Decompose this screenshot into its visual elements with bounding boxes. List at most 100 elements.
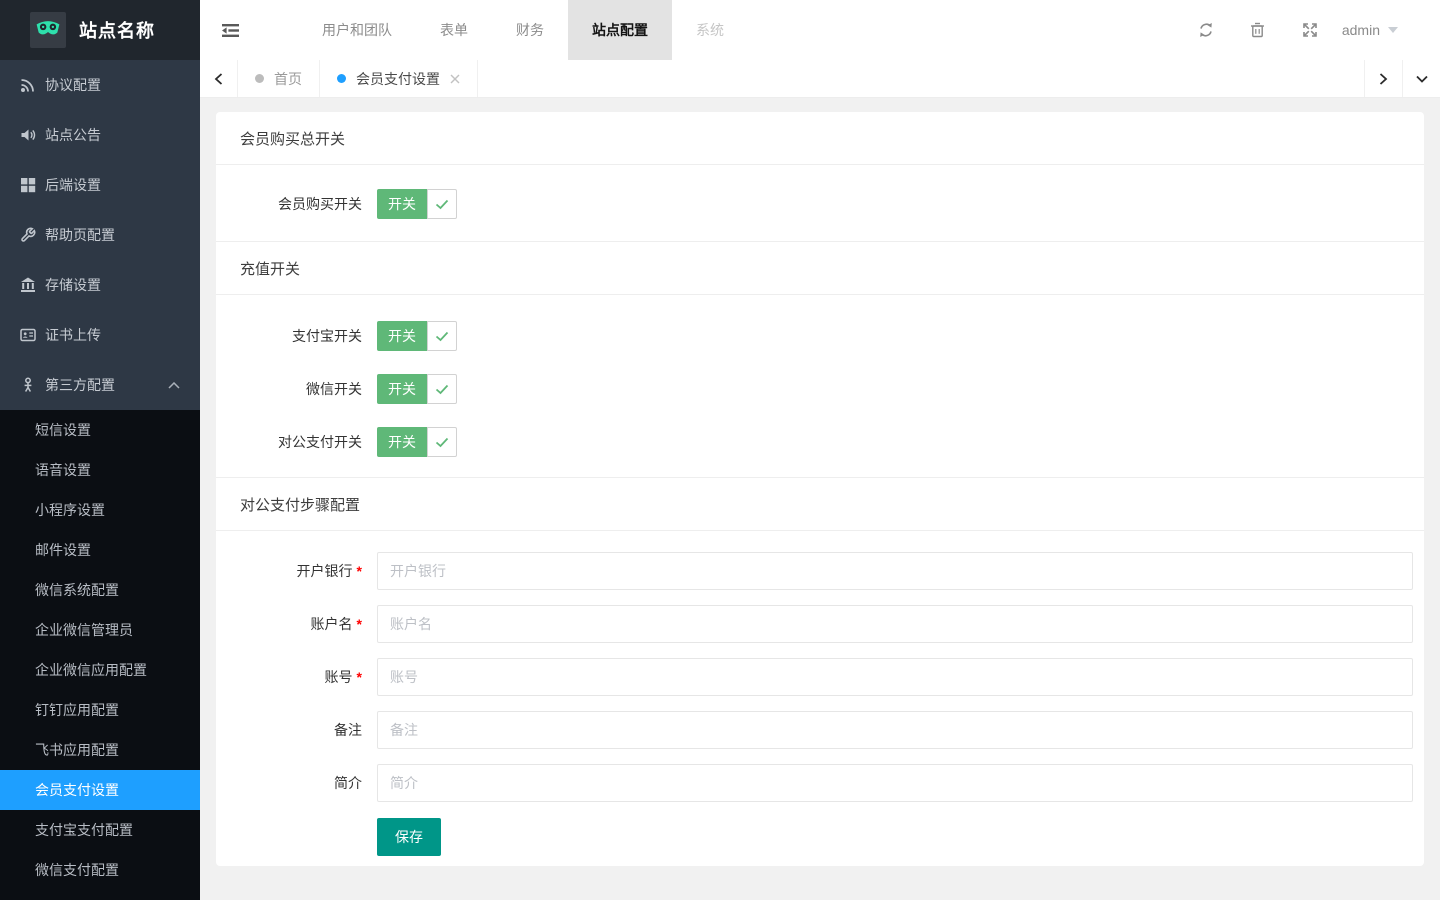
- sidebar-item-label: 存储设置: [45, 275, 101, 295]
- member-purchase-switch[interactable]: 开关: [377, 189, 457, 219]
- form-row: 账户名*: [216, 605, 1424, 643]
- sidebar-subitem-wecom-admin[interactable]: 企业微信管理员: [0, 610, 200, 650]
- sidebar-subitem-alipay-config[interactable]: 支付宝支付配置: [0, 810, 200, 850]
- chevron-up-icon: [168, 382, 180, 389]
- field-label: 开户银行*: [216, 561, 377, 581]
- check-icon: [427, 189, 457, 219]
- required-mark: *: [357, 616, 362, 632]
- switch-text: 开关: [377, 321, 427, 351]
- sidebar-item-label: 站点公告: [45, 125, 101, 145]
- form-row: 对公支付开关 开关: [216, 427, 1424, 457]
- settings-card: 会员购买总开关 会员购买开关 开关 充值开关 支付宝开关: [216, 112, 1424, 866]
- nav-item-site-config[interactable]: 站点配置: [568, 0, 672, 60]
- wrench-icon: [20, 227, 36, 243]
- tab-scroll-right-button[interactable]: [1364, 60, 1402, 97]
- sidebar-item-storage[interactable]: 存储设置: [0, 260, 200, 310]
- speaker-icon: [20, 127, 36, 143]
- collapse-icon: [222, 23, 239, 38]
- rss-icon: [20, 77, 36, 93]
- form-row: 备注: [216, 711, 1424, 749]
- username: admin: [1342, 22, 1380, 38]
- check-icon: [427, 321, 457, 351]
- account-name-input[interactable]: [377, 605, 1413, 643]
- corporate-payment-switch[interactable]: 开关: [377, 427, 457, 457]
- field-label: 支付宝开关: [216, 326, 377, 346]
- nav-item-system[interactable]: 系统: [672, 0, 748, 60]
- tab-label: 会员支付设置: [356, 69, 440, 89]
- tab-home[interactable]: 首页: [238, 60, 320, 97]
- sidebar-subitem-feishu-app[interactable]: 飞书应用配置: [0, 730, 200, 770]
- sidebar-subitem-member-payment[interactable]: 会员支付设置: [0, 770, 200, 810]
- sidebar-submenu: 短信设置 语音设置 小程序设置 邮件设置 微信系统配置 企业微信管理员 企业微信…: [0, 410, 200, 900]
- section-title: 对公支付步骤配置: [216, 478, 1424, 531]
- close-icon[interactable]: [450, 74, 460, 84]
- section-corporate-payment-steps: 对公支付步骤配置 开户银行* 账户名* 账号* 备注: [216, 477, 1424, 866]
- sidebar-subitem-wechatpay-config[interactable]: 微信支付配置: [0, 850, 200, 890]
- refresh-button[interactable]: [1180, 0, 1232, 60]
- caret-down-icon: [1388, 27, 1398, 33]
- switch-text: 开关: [377, 189, 427, 219]
- sidebar-item-label: 帮助页配置: [45, 225, 115, 245]
- sidebar-collapse-button[interactable]: [200, 0, 260, 60]
- nav-item-finance[interactable]: 财务: [492, 0, 568, 60]
- tab-status-dot: [255, 74, 264, 83]
- sidebar: 站点名称 协议配置 站点公告 后端设置 帮助页配置 存储设置 证: [0, 0, 200, 900]
- clear-cache-button[interactable]: [1232, 0, 1284, 60]
- content-area: 会员购买总开关 会员购买开关 开关 充值开关 支付宝开关: [200, 98, 1440, 900]
- form-row: 简介: [216, 764, 1424, 802]
- check-icon: [427, 427, 457, 457]
- top-header: 用户和团队 表单 财务 站点配置 系统 admin: [200, 0, 1440, 60]
- save-button[interactable]: 保存: [377, 818, 441, 856]
- owl-logo-icon: [30, 12, 66, 48]
- fullscreen-button[interactable]: [1284, 0, 1336, 60]
- wechat-switch[interactable]: 开关: [377, 374, 457, 404]
- nav-item-users-teams[interactable]: 用户和团队: [298, 0, 416, 60]
- top-nav: 用户和团队 表单 财务 站点配置 系统: [298, 0, 748, 60]
- account-number-input[interactable]: [377, 658, 1413, 696]
- tab-menu-button[interactable]: [1402, 60, 1440, 97]
- fullscreen-icon: [1302, 22, 1318, 38]
- top-utils: admin: [1180, 0, 1440, 60]
- sidebar-item-label: 后端设置: [45, 175, 101, 195]
- id-card-icon: [20, 327, 36, 343]
- sidebar-item-label: 证书上传: [45, 325, 101, 345]
- sidebar-subitem-miniprogram[interactable]: 小程序设置: [0, 490, 200, 530]
- sidebar-subitem-dingtalk-app[interactable]: 钉钉应用配置: [0, 690, 200, 730]
- form-row: 会员购买开关 开关: [216, 189, 1424, 219]
- bank-name-input[interactable]: [377, 552, 1413, 590]
- alipay-switch[interactable]: 开关: [377, 321, 457, 351]
- grid-icon: [20, 177, 36, 193]
- sidebar-item-thirdparty[interactable]: 第三方配置: [0, 360, 200, 410]
- required-mark: *: [357, 563, 362, 579]
- chevron-right-icon: [1379, 73, 1388, 85]
- person-icon: [20, 377, 36, 393]
- refresh-icon: [1198, 22, 1214, 38]
- chevron-left-icon: [214, 73, 223, 85]
- sidebar-subitem-wechat-system[interactable]: 微信系统配置: [0, 570, 200, 610]
- field-label: 账户名*: [216, 614, 377, 634]
- sidebar-item-certificate[interactable]: 证书上传: [0, 310, 200, 360]
- sidebar-item-backend[interactable]: 后端设置: [0, 160, 200, 210]
- form-row: 开户银行*: [216, 552, 1424, 590]
- chevron-down-icon: [1416, 75, 1428, 83]
- section-title: 会员购买总开关: [216, 112, 1424, 165]
- section-recharge-switches: 充值开关 支付宝开关 开关 微信开关 开关: [216, 241, 1424, 477]
- sidebar-subitem-mail[interactable]: 邮件设置: [0, 530, 200, 570]
- sidebar-subitem-voice[interactable]: 语音设置: [0, 450, 200, 490]
- sidebar-item-helppage[interactable]: 帮助页配置: [0, 210, 200, 260]
- form-row: 微信开关 开关: [216, 374, 1424, 404]
- tab-scroll-left-button[interactable]: [200, 60, 238, 97]
- intro-input[interactable]: [377, 764, 1413, 802]
- sidebar-item-protocol[interactable]: 协议配置: [0, 60, 200, 110]
- sidebar-item-announcement[interactable]: 站点公告: [0, 110, 200, 160]
- save-row: 保存: [216, 818, 1424, 856]
- tab-member-payment[interactable]: 会员支付设置: [320, 60, 478, 97]
- remark-input[interactable]: [377, 711, 1413, 749]
- sidebar-subitem-sms[interactable]: 短信设置: [0, 410, 200, 450]
- nav-item-forms[interactable]: 表单: [416, 0, 492, 60]
- logo-bar: 站点名称: [0, 0, 200, 60]
- switch-text: 开关: [377, 374, 427, 404]
- form-row: 支付宝开关 开关: [216, 321, 1424, 351]
- sidebar-subitem-wecom-app[interactable]: 企业微信应用配置: [0, 650, 200, 690]
- user-menu[interactable]: admin: [1342, 22, 1398, 38]
